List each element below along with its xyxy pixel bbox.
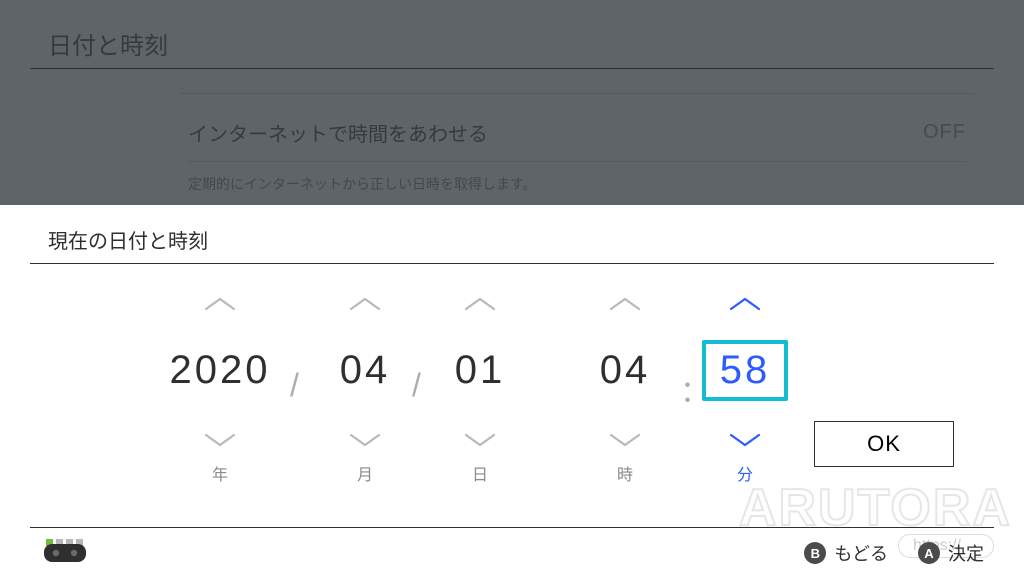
hint-confirm[interactable]: A 決定 — [918, 540, 984, 566]
picker-col-year: 2020 年 — [155, 267, 285, 485]
year-value[interactable]: 2020 — [158, 342, 283, 399]
day-value[interactable]: 01 — [443, 342, 518, 399]
picker-col-month: 04 月 — [310, 267, 420, 485]
date-separator-icon: / — [290, 367, 299, 404]
datetime-picker: 2020 年 / 04 月 / — [0, 267, 1024, 516]
year-down-button[interactable] — [203, 431, 237, 449]
controller-icon — [44, 534, 86, 570]
modal-title: 現在の日付と時刻 — [48, 225, 208, 254]
day-up-button[interactable] — [463, 295, 497, 313]
month-up-button[interactable] — [348, 295, 382, 313]
hour-up-button[interactable] — [608, 295, 642, 313]
hint-back[interactable]: B もどる — [804, 540, 888, 566]
hour-value[interactable]: 04 — [588, 342, 663, 399]
hour-unit: 時 — [570, 461, 680, 485]
datetime-modal: 現在の日付と時刻 2020 年 / 04 — [0, 205, 1024, 576]
picker-col-day: 01 日 — [425, 267, 535, 485]
month-unit: 月 — [310, 461, 420, 485]
a-button-icon: A — [918, 542, 940, 564]
minute-up-button[interactable] — [728, 295, 762, 313]
hour-down-button[interactable] — [608, 431, 642, 449]
month-value[interactable]: 04 — [328, 342, 403, 399]
hint-back-label: もどる — [834, 540, 888, 566]
year-unit: 年 — [155, 461, 285, 485]
day-down-button[interactable] — [463, 431, 497, 449]
ok-button[interactable]: OK — [814, 421, 954, 467]
bottom-bar: B もどる A 決定 — [0, 528, 1024, 576]
b-button-icon: B — [804, 542, 826, 564]
picker-col-minute: 58 分 — [690, 267, 800, 485]
ok-button-label: OK — [867, 431, 901, 457]
minute-unit: 分 — [690, 461, 800, 485]
minute-value[interactable]: 58 — [702, 340, 789, 401]
minute-down-button[interactable] — [728, 431, 762, 449]
month-down-button[interactable] — [348, 431, 382, 449]
date-separator-icon: / — [412, 367, 421, 404]
picker-col-hour: 04 時 — [570, 267, 680, 485]
divider — [30, 263, 994, 264]
day-unit: 日 — [425, 461, 535, 485]
year-up-button[interactable] — [203, 295, 237, 313]
hint-confirm-label: 決定 — [948, 540, 984, 566]
